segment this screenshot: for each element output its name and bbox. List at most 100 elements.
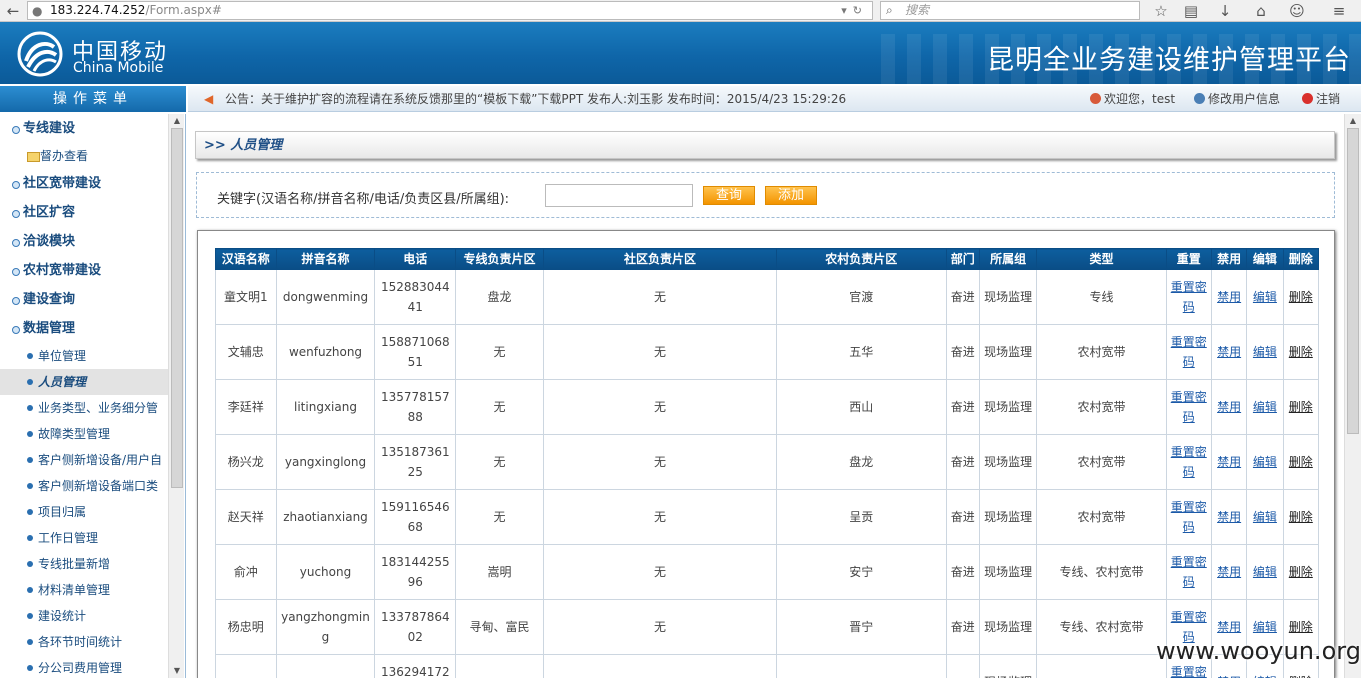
main-content: >> 人员管理 关键字(汉语名称/拼音名称/电话/负责区县/所属组): 查询 添… [188,114,1344,678]
home-icon[interactable]: ⌂ [1250,1,1272,21]
download-icon[interactable]: ↓ [1214,1,1236,21]
table-row: 杨忠明 yangzhongming 13378786402 寻甸、富民无晋宁 奋进 现场监… [215,599,1320,655]
reset-password-link[interactable]: 重置密码 [1171,500,1207,534]
edit-user-link[interactable]: 修改用户信息 [1194,86,1280,112]
sidebar-item[interactable]: 客户侧新增设备端口类 [0,473,168,499]
disable-link[interactable]: 禁用 [1217,290,1241,304]
sidebar-item[interactable]: 分公司费用管理 [0,655,168,678]
edit-link[interactable]: 编辑 [1253,290,1277,304]
sidebar-item[interactable]: 社区宽带建设 [0,169,168,198]
cell-community-area: 无 [542,599,778,655]
sidebar-item[interactable]: 人员管理 [0,369,168,395]
sidebar-item[interactable]: 数据管理 [0,314,168,343]
reset-password-link[interactable]: 重置密码 [1171,280,1207,314]
disable-link[interactable]: 禁用 [1217,510,1241,524]
sidebar-item[interactable]: 专线建设 [0,114,168,143]
main-scroll-thumb[interactable] [1347,128,1359,434]
user-icon [1090,93,1101,104]
disable-link[interactable]: 禁用 [1217,400,1241,414]
scroll-up-arrow-icon[interactable]: ▲ [169,114,185,128]
keyword-input[interactable] [545,184,693,207]
browser-search-input[interactable]: ⌕ 搜索 [880,1,1140,20]
edit-link[interactable]: 编辑 [1253,565,1277,579]
disable-link[interactable]: 禁用 [1217,455,1241,469]
bookmark-star-icon[interactable]: ☆ [1150,1,1172,21]
disable-link[interactable]: 禁用 [1217,565,1241,579]
chat-icon[interactable]: ☺ [1286,1,1308,21]
delete-link[interactable]: 删除 [1289,290,1313,304]
reset-password-link[interactable]: 重置密码 [1171,665,1207,678]
scroll-down-arrow-icon[interactable]: ▼ [169,664,185,678]
cell-phone: 13629417240 [374,654,457,678]
cell-group: 现场监理 [978,379,1038,435]
sidebar-item[interactable]: 建设查询 [0,285,168,314]
edit-link[interactable]: 编辑 [1253,455,1277,469]
menu-hamburger-icon[interactable]: ≡ [1328,1,1350,21]
cell-dept: 奋进 [945,599,980,655]
logo-english-text: China Mobile [73,60,164,76]
sidebar-item[interactable]: 专线批量新增 [0,551,168,577]
sidebar-item[interactable]: 农村宽带建设 [0,256,168,285]
table-row: 童文明1 dongwenming 15288304441 盘龙无官渡 奋进 现场监理 专线重… [215,269,1320,325]
sidebar-item[interactable]: 故障类型管理 [0,421,168,447]
delete-link[interactable]: 删除 [1289,455,1313,469]
table-header-row: 汉语名称 拼音名称 电话 专线负责片区 社区负责片区 农村负责片区 部门 所属组 类型 重置 禁用编… [215,248,1320,270]
sidebar-item[interactable]: 项目归属 [0,499,168,525]
cell-action: 禁用 [1210,434,1248,490]
sidebar-scroll-thumb[interactable] [171,128,183,488]
delete-link[interactable]: 删除 [1289,345,1313,359]
table-row: 李廷祥 litingxiang 13577815788 无无西山 奋进 现场监理 农村宽带重… [215,379,1320,435]
cell-action: 编辑 [1246,489,1284,545]
cell-action: 重置密码 [1165,434,1212,490]
edit-user-text[interactable]: 修改用户信息 [1208,92,1280,106]
main-scrollbar[interactable]: ▲ [1344,114,1361,678]
sidebar-item[interactable]: 客户侧新增设备/用户自 [0,447,168,473]
address-bar[interactable]: ● 183.224.74.252/Form.aspx# ▾↻ [27,1,873,20]
sidebar-item[interactable]: 各环节时间统计 [0,629,168,655]
logout-text[interactable]: 注销 [1316,92,1340,106]
sidebar-item[interactable]: 洽谈模块 [0,227,168,256]
sidebar-item[interactable]: 材料清单管理 [0,577,168,603]
cell-dept: 奋进 [945,489,980,545]
delete-link[interactable]: 删除 [1289,400,1313,414]
sidebar-item[interactable]: 社区扩容 [0,198,168,227]
reset-password-link[interactable]: 重置密码 [1171,390,1207,424]
reset-password-link[interactable]: 重置密码 [1171,555,1207,589]
delete-link[interactable]: 删除 [1289,565,1313,579]
reload-icon[interactable]: ▾↻ [841,2,868,19]
cell-action: 删除 [1282,379,1320,435]
back-arrow-icon[interactable]: ← [2,1,24,21]
delete-link[interactable]: 删除 [1289,620,1313,634]
delete-link[interactable]: 删除 [1289,510,1313,524]
sidebar-item[interactable]: 建设统计 [0,603,168,629]
sidebar-item[interactable]: 工作日管理 [0,525,168,551]
reset-password-link[interactable]: 重置密码 [1171,445,1207,479]
sidebar-item[interactable]: 业务类型、业务细分管 [0,395,168,421]
edit-link[interactable]: 编辑 [1253,400,1277,414]
sidebar-scrollbar[interactable]: ▲ ▼ [168,114,184,678]
reset-password-link[interactable]: 重置密码 [1171,335,1207,369]
sidebar-item[interactable]: 单位管理 [0,343,168,369]
cell-action: 重置密码 [1165,379,1212,435]
query-button[interactable]: 查询 [703,186,755,205]
bookmarks-list-icon[interactable]: ▤ [1180,1,1202,21]
cell-line-area: 无 [455,379,544,435]
sidebar-item[interactable]: 督办查看 [0,143,168,169]
cell-phone: 13577815788 [374,379,457,435]
cell-name: 童文明1 [215,269,277,325]
cell-phone: 13518736125 [374,434,457,490]
cell-dept [945,654,980,678]
cell-action: 禁用 [1210,269,1248,325]
cell-pinyin: wenfuzhong [275,324,376,380]
logout-link[interactable]: 注销 [1302,86,1340,112]
disable-link[interactable]: 禁用 [1217,620,1241,634]
edit-link[interactable]: 编辑 [1253,510,1277,524]
cell-line-area: 无 [455,324,544,380]
disable-link[interactable]: 禁用 [1217,345,1241,359]
add-button[interactable]: 添加 [765,186,817,205]
cell-type: 专线、农村宽带 [1036,544,1167,600]
edit-link[interactable]: 编辑 [1253,345,1277,359]
cell-type: 专线、农村宽带 [1036,599,1167,655]
scroll-up-arrow-icon[interactable]: ▲ [1345,114,1361,128]
edit-link[interactable]: 编辑 [1253,620,1277,634]
